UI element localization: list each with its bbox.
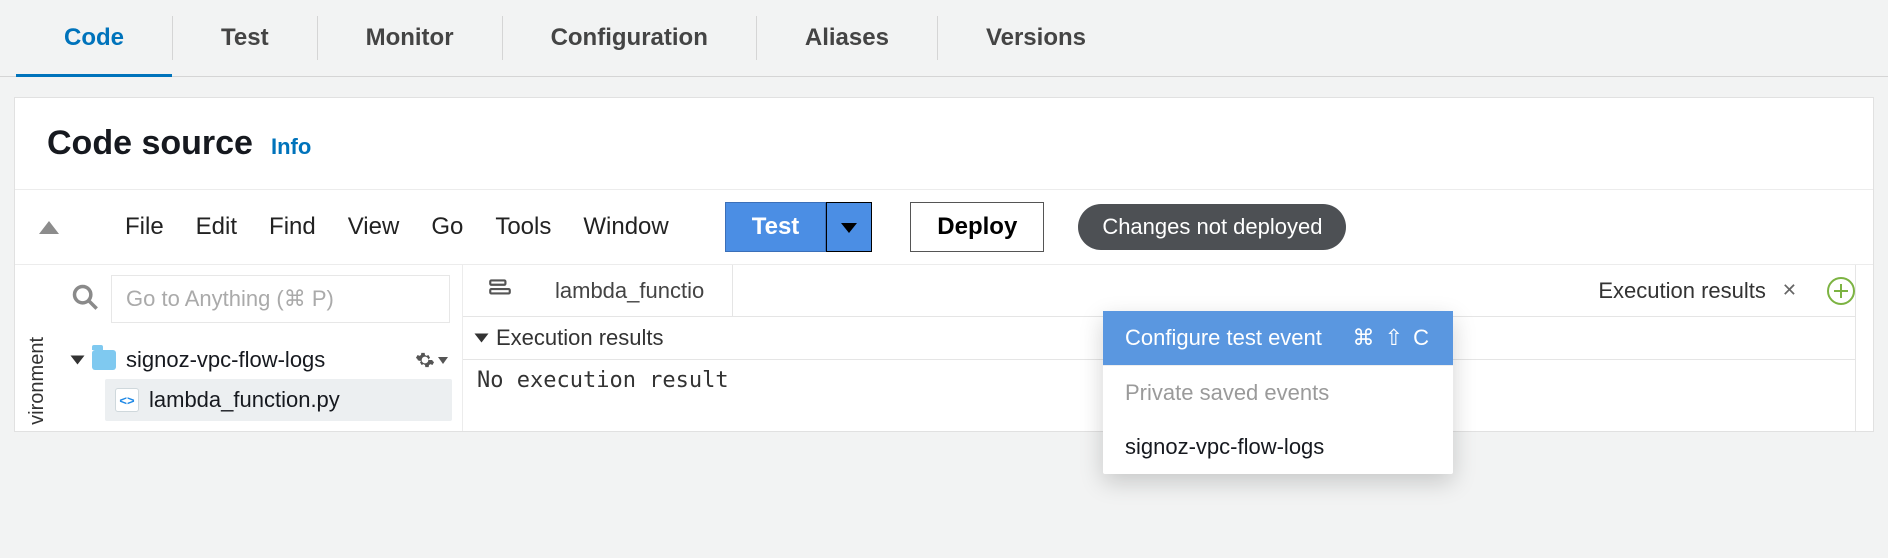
chevron-down-icon: [475, 334, 489, 343]
chevron-down-icon: [71, 356, 85, 365]
keyboard-shortcut: ⌘ ⇧ C: [1352, 325, 1431, 351]
python-file-icon: <>: [115, 388, 139, 412]
menu-go[interactable]: Go: [425, 213, 469, 241]
deploy-status-badge: Changes not deployed: [1078, 204, 1346, 250]
tab-code[interactable]: Code: [16, 0, 172, 76]
ide-area: vironment Go to Anything (⌘ P) signoz-vp…: [15, 265, 1873, 431]
collapse-up-icon[interactable]: [39, 221, 59, 234]
menu-view[interactable]: View: [342, 213, 406, 241]
menu-find[interactable]: Find: [263, 213, 322, 241]
search-icon[interactable]: [71, 283, 99, 316]
test-button-group: Test: [725, 202, 873, 252]
menu-edit[interactable]: Edit: [190, 213, 243, 241]
folder-icon: [92, 350, 116, 370]
add-tab-button[interactable]: [1827, 277, 1855, 305]
search-row: Go to Anything (⌘ P): [59, 265, 462, 333]
top-tabs: Code Test Monitor Configuration Aliases …: [0, 0, 1888, 77]
tree-file-row[interactable]: <> lambda_function.py: [105, 379, 452, 421]
outline-icon[interactable]: [473, 275, 527, 306]
test-dropdown-menu: Configure test event ⌘ ⇧ C Private saved…: [1103, 311, 1453, 474]
menu-tools[interactable]: Tools: [489, 213, 557, 241]
editor-tab-file[interactable]: lambda_functio: [527, 265, 733, 316]
goto-anything-input[interactable]: Go to Anything (⌘ P): [111, 275, 450, 323]
info-link[interactable]: Info: [271, 134, 311, 160]
test-dropdown-button[interactable]: [826, 202, 872, 252]
test-button[interactable]: Test: [725, 202, 827, 252]
tab-versions[interactable]: Versions: [938, 0, 1134, 76]
file-tree: signoz-vpc-flow-logs <> lambda_function.…: [59, 333, 462, 431]
menu-file[interactable]: File: [119, 213, 170, 241]
gear-icon: [415, 350, 435, 370]
exec-tab-label: Execution results: [1598, 278, 1766, 304]
exec-header-label: Execution results: [496, 325, 664, 351]
tree-settings[interactable]: [415, 350, 448, 370]
deploy-button[interactable]: Deploy: [910, 202, 1044, 252]
tab-test[interactable]: Test: [173, 0, 317, 76]
right-gutter: [1855, 265, 1873, 431]
menu-window[interactable]: Window: [577, 213, 674, 241]
ide-toolbar: File Edit Find View Go Tools Window Test…: [15, 189, 1873, 265]
tab-monitor[interactable]: Monitor: [318, 0, 502, 76]
tab-aliases[interactable]: Aliases: [757, 0, 937, 76]
folder-name: signoz-vpc-flow-logs: [126, 347, 325, 373]
close-icon[interactable]: ✕: [1776, 280, 1803, 301]
panel-header: Code source Info: [15, 98, 1873, 189]
environment-side-label[interactable]: vironment: [15, 265, 59, 431]
chevron-down-icon: [841, 223, 857, 233]
dropdown-heading: Private saved events: [1103, 366, 1453, 420]
dropdown-configure-test-event[interactable]: Configure test event ⌘ ⇧ C: [1103, 311, 1453, 365]
dropdown-saved-event[interactable]: signoz-vpc-flow-logs: [1103, 420, 1453, 474]
tab-configuration[interactable]: Configuration: [503, 0, 756, 76]
editor-tabs: lambda_functio Execution results ✕: [463, 265, 1855, 317]
file-name: lambda_function.py: [149, 387, 340, 413]
panel-title: Code source: [47, 124, 253, 163]
chevron-down-icon: [438, 357, 448, 364]
editor-tab-execution-results[interactable]: Execution results ✕: [1588, 278, 1813, 304]
dropdown-item-label: Configure test event: [1125, 325, 1322, 351]
code-source-panel: Code source Info File Edit Find View Go …: [14, 97, 1874, 432]
tree-folder-row[interactable]: signoz-vpc-flow-logs: [69, 341, 452, 379]
editor-column: lambda_functio Execution results ✕ Execu…: [463, 265, 1855, 431]
file-explorer: Go to Anything (⌘ P) signoz-vpc-flow-log…: [59, 265, 463, 431]
